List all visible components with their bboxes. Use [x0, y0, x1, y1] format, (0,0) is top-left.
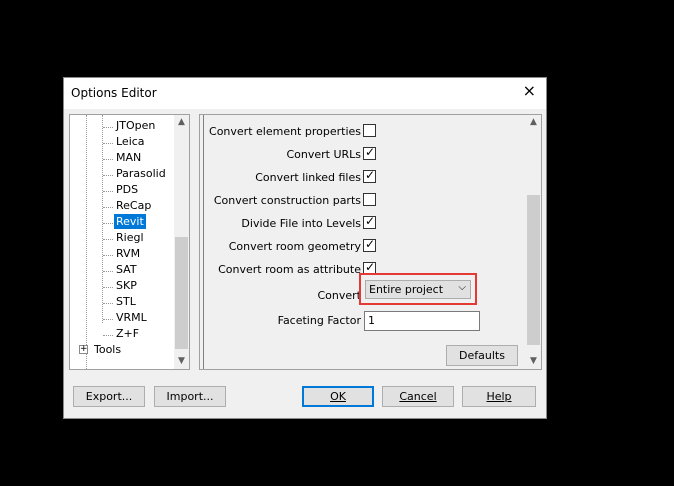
defaults-button[interactable]: Defaults — [446, 345, 518, 366]
scroll-up-icon[interactable]: ▲ — [174, 115, 189, 130]
window-title: Options Editor — [71, 86, 157, 100]
tree-item-tools[interactable]: Tools — [92, 342, 123, 357]
convert-construction-parts-label: Convert construction parts — [213, 194, 361, 207]
tree-guide-line — [86, 115, 87, 369]
scroll-down-icon[interactable]: ▼ — [174, 354, 189, 369]
tree-item-revit[interactable]: Revit — [114, 214, 146, 229]
convert-label: Convert — [317, 289, 362, 302]
tree-item-man[interactable]: MAN — [114, 150, 143, 165]
tree-branch — [103, 287, 113, 288]
tree-branch — [103, 239, 113, 240]
scroll-thumb[interactable] — [527, 195, 540, 345]
help-button-label: Help — [486, 390, 512, 403]
faceting-factor-input[interactable]: 1 — [364, 311, 480, 331]
import-button[interactable]: Import... — [154, 386, 226, 407]
convert-urls-checkbox[interactable]: ✓ — [363, 145, 376, 160]
tree-item-jtopen[interactable]: JTOpen — [114, 118, 157, 133]
scroll-down-icon[interactable]: ▼ — [526, 354, 541, 369]
panel-scrollbar[interactable]: ▲ ▼ — [526, 115, 541, 369]
tree-item-rvm[interactable]: RVM — [114, 246, 142, 261]
tree-guide-line — [102, 115, 103, 323]
options-editor-dialog: Options Editor × JTOpen Leica MAN Paraso… — [63, 77, 547, 419]
ok-button[interactable]: OK — [302, 386, 374, 407]
convert-dropdown-value: Entire project — [369, 283, 444, 296]
checkmark-icon: ✓ — [365, 214, 376, 228]
chevron-down-icon: ⌵ — [458, 282, 466, 293]
convert-room-geometry-label: Convert room geometry — [228, 240, 361, 253]
scroll-thumb[interactable] — [175, 237, 188, 349]
tree-branch — [103, 143, 113, 144]
convert-construction-parts-checkbox[interactable] — [363, 193, 376, 206]
cancel-button-label: Cancel — [399, 390, 437, 403]
tree-item-zf[interactable]: Z+F — [114, 326, 141, 341]
highlight-frame: Entire project ⌵ — [359, 273, 477, 305]
convert-element-properties-checkbox[interactable] — [363, 124, 376, 137]
tree-branch — [103, 191, 113, 192]
ok-button-label: OK — [330, 390, 346, 403]
tree-branch — [103, 319, 113, 320]
tree-branch — [103, 175, 113, 176]
expand-icon[interactable]: + — [79, 345, 88, 354]
convert-linked-files-checkbox[interactable]: ✓ — [363, 168, 376, 183]
tree-branch — [103, 303, 113, 304]
close-icon[interactable]: × — [523, 83, 536, 99]
tree-branch — [103, 127, 113, 128]
tree-branch — [103, 271, 113, 272]
convert-linked-files-label: Convert linked files — [255, 171, 361, 184]
cancel-button[interactable]: Cancel — [382, 386, 454, 407]
export-button[interactable]: Export... — [73, 386, 145, 407]
checkmark-icon: ✓ — [365, 145, 376, 159]
tree-item-pds[interactable]: PDS — [114, 182, 140, 197]
tree-scrollbar[interactable]: ▲ ▼ — [174, 115, 189, 369]
tree-branch — [103, 207, 113, 208]
convert-room-geometry-checkbox[interactable]: ✓ — [363, 237, 376, 252]
checkmark-icon: ✓ — [365, 237, 376, 251]
tree-branch — [103, 255, 113, 256]
category-tree: JTOpen Leica MAN Parasolid PDS ReCap Rev… — [69, 114, 190, 370]
divide-file-into-levels-label: Divide File into Levels — [241, 217, 361, 230]
tree-item-recap[interactable]: ReCap — [114, 198, 153, 213]
tree-item-skp[interactable]: SKP — [114, 278, 139, 293]
convert-element-properties-label: Convert element properties — [209, 125, 361, 138]
tree-branch — [103, 335, 113, 336]
tree-branch — [103, 159, 113, 160]
tree-item-vrml[interactable]: VRML — [114, 310, 149, 325]
tree-item-riegl[interactable]: Riegl — [114, 230, 146, 245]
tree-item-stl[interactable]: STL — [114, 294, 138, 309]
divide-file-into-levels-checkbox[interactable]: ✓ — [363, 214, 376, 229]
checkmark-icon: ✓ — [365, 260, 376, 274]
tree-branch — [103, 223, 113, 224]
help-button[interactable]: Help — [462, 386, 536, 407]
options-panel: Convert element properties Convert URLs … — [199, 114, 542, 370]
convert-dropdown[interactable]: Entire project ⌵ — [365, 280, 471, 299]
faceting-factor-label: Faceting Factor — [277, 314, 361, 327]
tree-item-sat[interactable]: SAT — [114, 262, 139, 277]
tree-item-leica[interactable]: Leica — [114, 134, 147, 149]
title-bar: Options Editor × — [64, 78, 546, 109]
convert-urls-label: Convert URLs — [286, 148, 361, 161]
convert-room-as-attribute-label: Convert room as attribute — [218, 263, 361, 276]
tree-item-parasolid[interactable]: Parasolid — [114, 166, 168, 181]
checkmark-icon: ✓ — [365, 168, 376, 182]
scroll-up-icon[interactable]: ▲ — [526, 115, 541, 130]
